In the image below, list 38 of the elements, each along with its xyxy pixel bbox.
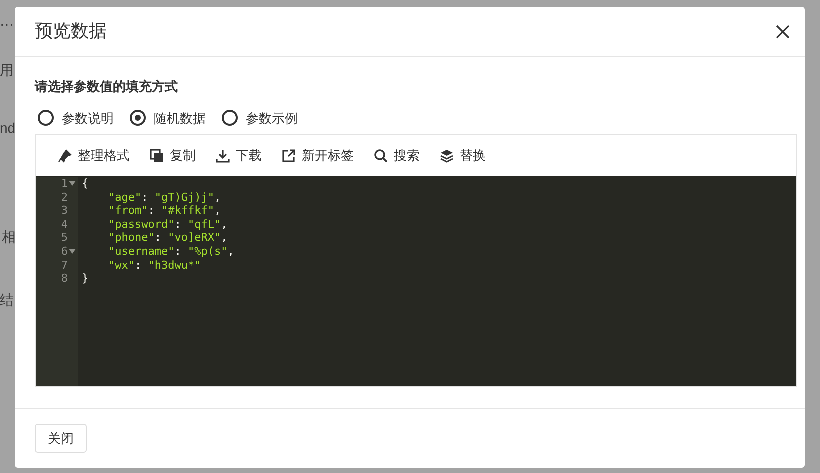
radio-option[interactable]: 参数说明 [38, 108, 114, 128]
line-number: 1 [61, 177, 68, 191]
toolbar-button[interactable]: 整理格式 [58, 146, 130, 166]
close-button[interactable]: 关闭 [35, 424, 87, 454]
line-number: 8 [61, 272, 68, 286]
modal-title: 预览数据 [35, 20, 107, 43]
toolbar-button[interactable]: 搜索 [374, 146, 420, 166]
line-number: 6 [61, 244, 68, 259]
toolbar-button[interactable]: 新开标签 [282, 146, 354, 166]
background-text: ··· [0, 17, 14, 31]
layers-icon [440, 148, 454, 162]
radio-option[interactable]: 参数示例 [222, 108, 298, 128]
search-icon [374, 148, 388, 162]
prompt-label: 请选择参数值的填充方式 [35, 78, 179, 96]
toolbar-button[interactable]: 替换 [440, 146, 486, 166]
code-line: } [81, 272, 90, 286]
toolbar-button[interactable]: 复制 [150, 146, 196, 166]
code-line: "phone": "vo]eRX", [108, 231, 229, 245]
copy-icon [150, 148, 164, 162]
background-text: 结 [0, 293, 14, 307]
background-text: nd [0, 121, 16, 135]
background-text: 相 [2, 230, 16, 244]
toolbar-button[interactable]: 下载 [216, 146, 262, 166]
line-number: 2 [61, 190, 68, 204]
code-line: { [81, 177, 90, 191]
code-line: "from": "#kffkf", [108, 204, 222, 218]
radio-option[interactable]: 随机数据 [130, 108, 206, 128]
download-icon [216, 148, 230, 162]
background-text: 用 [0, 63, 14, 77]
line-number: 7 [61, 258, 68, 272]
code-line: "password": "qfL", [108, 218, 229, 232]
line-number: 5 [61, 231, 68, 245]
external-link-icon [282, 148, 296, 162]
code-line: "age": "gT)Gj)j", [108, 190, 222, 204]
code-line: "wx": "h3dwu*" [108, 258, 202, 272]
code-line: "username": "%p(s", [108, 244, 236, 259]
line-number: 3 [61, 204, 68, 218]
line-number: 4 [61, 218, 68, 232]
